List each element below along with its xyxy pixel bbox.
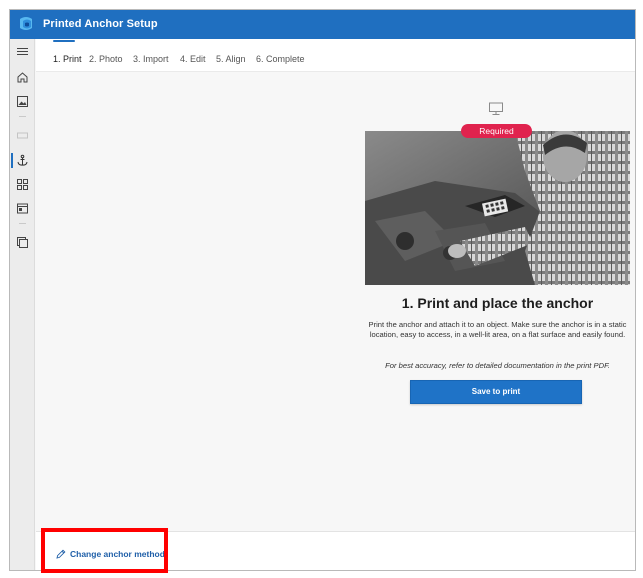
save-to-print-button[interactable]: Save to print — [410, 380, 582, 404]
tab-edit[interactable]: 4. Edit — [180, 54, 206, 64]
footer-bar: Change anchor method — [36, 531, 635, 570]
rail-separator — [19, 223, 26, 224]
layers-icon[interactable] — [16, 236, 29, 249]
left-rail — [10, 39, 35, 570]
accuracy-note: For best accuracy, refer to detailed doc… — [385, 361, 610, 370]
grid-icon[interactable] — [16, 178, 29, 191]
dimmed-item-icon — [17, 132, 28, 139]
panel-icon[interactable] — [16, 202, 29, 215]
rail-active-indicator — [11, 153, 13, 168]
hamburger-menu-icon[interactable] — [16, 45, 29, 58]
tab-print[interactable]: 1. Print — [53, 54, 82, 64]
anchor-icon[interactable] — [16, 154, 29, 167]
anchor-placement-photo — [365, 131, 630, 285]
app-logo-icon — [20, 17, 32, 30]
tab-complete[interactable]: 6. Complete — [256, 54, 305, 64]
title-bar: Printed Anchor Setup — [10, 10, 635, 39]
app-title: Printed Anchor Setup — [43, 18, 158, 30]
home-icon[interactable] — [16, 71, 29, 84]
active-tab-underline — [53, 40, 75, 42]
change-anchor-method-link[interactable]: Change anchor method — [56, 547, 165, 561]
step-tabs: 1. Print 2. Photo 3. Import 4. Edit 5. A… — [36, 39, 635, 72]
step-description: Print the anchor and attach it to an obj… — [368, 320, 627, 340]
tab-align[interactable]: 5. Align — [216, 54, 246, 64]
tab-import[interactable]: 3. Import — [133, 54, 169, 64]
step-heading: 1. Print and place the anchor — [401, 295, 594, 311]
image-icon[interactable] — [16, 95, 29, 108]
rail-separator — [19, 116, 26, 117]
change-anchor-method-label: Change anchor method — [70, 549, 165, 559]
tab-photo[interactable]: 2. Photo — [89, 54, 123, 64]
app-window: Printed Anchor Setup 1. Print 2. Photo 3… — [9, 9, 636, 571]
monitor-icon — [489, 102, 503, 115]
pencil-icon — [56, 549, 66, 559]
required-badge: Required — [461, 124, 532, 138]
